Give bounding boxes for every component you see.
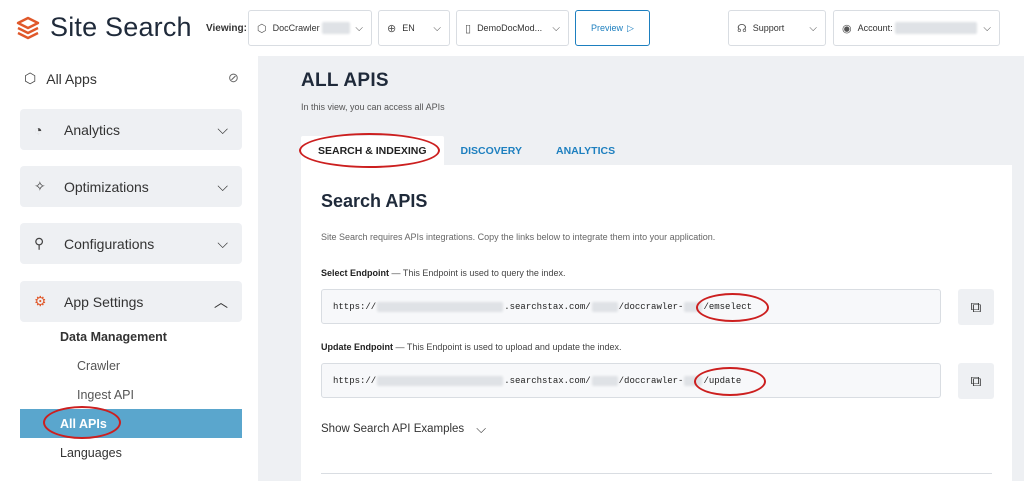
- brand-name: Site Search: [50, 12, 192, 42]
- url-path: /doccrawler-: [618, 301, 684, 312]
- chevron-down-icon: ⌵: [983, 22, 991, 34]
- sidebar-item-app-settings[interactable]: ⚙ App Settings ︿: [20, 281, 242, 322]
- play-icon: ▷: [627, 22, 634, 33]
- divider: [321, 473, 992, 474]
- chevron-down-icon: ⌵: [433, 22, 441, 34]
- sparkles-icon: ✧: [34, 178, 46, 194]
- gear-icon: ⚙: [34, 293, 47, 309]
- select-endpoint-field[interactable]: https:// .searchstax.com/ /doccrawler- /…: [321, 289, 941, 324]
- sub-heading-data-management: Data Management: [60, 330, 167, 344]
- redacted-host: [377, 301, 504, 312]
- document-icon: ▯: [465, 22, 472, 35]
- copy-select-endpoint-button[interactable]: ⧉: [958, 289, 994, 325]
- panel-title: Search APIS: [321, 191, 428, 211]
- account-label: Account:: [857, 23, 893, 33]
- url-endpoint: /emselect: [703, 301, 753, 312]
- top-header: Site Search Viewing: ⬡ DocCrawler ⌵ ⊕ EN…: [0, 0, 1024, 56]
- copy-icon: ⧉: [970, 372, 982, 390]
- redacted-suffix: [684, 375, 703, 386]
- page-subtitle: In this view, you can access all APIs: [301, 102, 445, 112]
- show-api-examples-toggle[interactable]: Show Search API Examples ⌵: [321, 421, 486, 437]
- chevron-down-icon: ⌵: [217, 178, 228, 194]
- tab-bar: SEARCH & INDEXING DISCOVERY ANALYTICS: [301, 136, 632, 165]
- show-api-examples-label: Show Search API Examples: [321, 423, 465, 435]
- select-endpoint-desc: — This Endpoint is used to query the ind…: [389, 268, 566, 278]
- tab-analytics[interactable]: ANALYTICS: [539, 136, 632, 165]
- sidebar-subitem-label: All APIs: [60, 416, 107, 431]
- url-scheme: https://: [333, 375, 377, 386]
- chevron-down-icon: ⌵: [217, 235, 228, 251]
- language-selector[interactable]: ⊕ EN ⌵: [378, 10, 450, 46]
- sidebar-item-label: Analytics: [64, 121, 121, 138]
- update-endpoint-label: Update Endpoint — This Endpoint is used …: [321, 342, 622, 352]
- redacted-id: [591, 301, 618, 312]
- language-value: EN: [402, 23, 415, 33]
- sidebar-item-label: Configurations: [64, 235, 155, 252]
- panel-description: Site Search requires APIs integrations. …: [321, 232, 716, 242]
- support-label: Support: [752, 23, 785, 33]
- preview-label: Preview: [591, 23, 624, 33]
- account-menu[interactable]: ◉ Account: ⌵: [833, 10, 1000, 46]
- select-endpoint-title: Select Endpoint: [321, 268, 390, 278]
- app-selector-value: DocCrawler: [272, 23, 320, 33]
- tab-search-indexing[interactable]: SEARCH & INDEXING: [301, 136, 444, 165]
- sidebar-item-analytics[interactable]: ◔ Analytics ⌵: [20, 109, 242, 150]
- app-selector[interactable]: ⬡ DocCrawler ⌵: [248, 10, 372, 46]
- pie-chart-icon: ◔: [34, 121, 43, 138]
- copy-update-endpoint-button[interactable]: ⧉: [958, 363, 994, 399]
- headset-icon: ☊: [737, 22, 747, 35]
- chevron-up-icon: ︿: [214, 293, 228, 310]
- update-endpoint-field[interactable]: https:// .searchstax.com/ /doccrawler- /…: [321, 363, 941, 398]
- chevron-down-icon: ⌵: [809, 22, 817, 34]
- redacted-id: [591, 375, 618, 386]
- sidebar-item-label: App Settings: [64, 293, 144, 310]
- cube-icon: ⬡: [24, 70, 37, 86]
- viewing-label: Viewing:: [206, 23, 247, 34]
- sidebar-subitem-ingest-api[interactable]: Ingest API: [77, 388, 134, 402]
- update-endpoint-title: Update Endpoint: [321, 342, 393, 352]
- copy-icon: ⧉: [970, 298, 982, 316]
- url-endpoint: /update: [703, 375, 742, 386]
- redacted-suffix: [684, 301, 703, 312]
- search-icon: ⚲: [34, 235, 45, 251]
- url-path: /doccrawler-: [618, 375, 684, 386]
- model-selector-value: DemoDocMod...: [477, 23, 543, 33]
- redacted-app-id: [321, 22, 350, 34]
- globe-icon: ⊕: [387, 22, 397, 35]
- brand[interactable]: Site Search: [16, 12, 192, 43]
- user-icon: ◉: [842, 22, 852, 35]
- model-selector[interactable]: ▯ DemoDocMod... ⌵: [456, 10, 569, 46]
- sidebar-subitem-all-apis[interactable]: All APIs: [20, 409, 242, 438]
- url-domain: .searchstax.com/: [504, 375, 591, 386]
- search-apis-panel: Search APIS Site Search requires APIs in…: [301, 165, 1012, 481]
- sidebar-subitem-crawler[interactable]: Crawler: [77, 359, 120, 373]
- sidebar-item-configurations[interactable]: ⚲ Configurations ⌵: [20, 223, 242, 264]
- support-menu[interactable]: ☊ Support ⌵: [728, 10, 826, 46]
- sidebar-item-optimizations[interactable]: ✧ Optimizations ⌵: [20, 166, 242, 207]
- sidebar-item-languages[interactable]: Languages: [60, 446, 122, 460]
- main-content: ALL APIS In this view, you can access al…: [258, 56, 1024, 481]
- tab-discovery[interactable]: DISCOVERY: [444, 136, 539, 165]
- cube-icon: ⬡: [257, 22, 267, 35]
- preview-button[interactable]: Preview ▷: [575, 10, 650, 46]
- all-apps-link[interactable]: ⬡ All Apps: [24, 70, 97, 87]
- chevron-down-icon: ⌵: [476, 421, 487, 436]
- chevron-down-icon: ⌵: [355, 22, 363, 34]
- url-scheme: https://: [333, 301, 377, 312]
- page-title: ALL APIS: [301, 70, 389, 91]
- redacted-account: [894, 22, 977, 34]
- chevron-down-icon: ⌵: [552, 22, 560, 34]
- redacted-host: [377, 375, 504, 386]
- update-endpoint-desc: — This Endpoint is used to upload and up…: [393, 342, 622, 352]
- url-domain: .searchstax.com/: [504, 301, 591, 312]
- unpin-icon[interactable]: ⊘: [228, 70, 239, 86]
- sidebar: ⬡ All Apps ⊘ ◔ Analytics ⌵ ✧ Optimizatio…: [0, 56, 258, 481]
- select-endpoint-label: Select Endpoint — This Endpoint is used …: [321, 268, 565, 278]
- all-apps-label: All Apps: [46, 70, 97, 87]
- sidebar-item-label: Optimizations: [64, 178, 149, 195]
- chevron-down-icon: ⌵: [217, 121, 228, 137]
- layers-logo-icon: [16, 16, 40, 39]
